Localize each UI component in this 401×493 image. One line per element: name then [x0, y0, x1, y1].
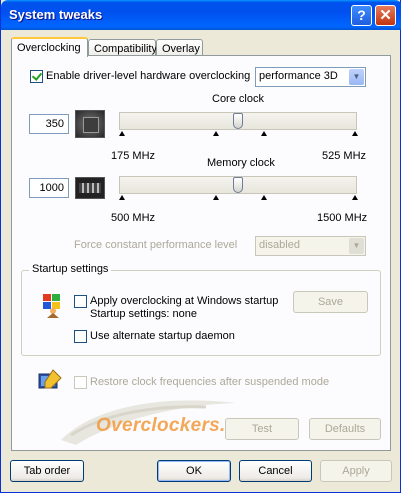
- test-button[interactable]: Test: [225, 418, 299, 440]
- save-button[interactable]: Save: [293, 291, 368, 313]
- apply-at-startup-label: Apply overclocking at Windows startup: [90, 295, 279, 307]
- memory-clock-slider-thumb[interactable]: [233, 177, 243, 193]
- force-performance-select[interactable]: disabled ▼: [255, 236, 366, 256]
- defaults-button[interactable]: Defaults: [309, 418, 381, 440]
- system-tweaks-window: System tweaks ? ✕ Overclocking Compatibi…: [0, 0, 401, 493]
- window-title: System tweaks: [9, 7, 103, 22]
- ok-button[interactable]: OK: [157, 460, 231, 482]
- memory-clock-tick: [213, 195, 219, 200]
- performance-mode-value: performance 3D: [259, 70, 338, 82]
- apply-at-startup-checkbox[interactable]: [74, 295, 87, 308]
- chevron-down-icon: ▼: [349, 69, 364, 85]
- gpu-chip-icon: [75, 110, 105, 138]
- startup-settings-title: Startup settings: [29, 263, 112, 275]
- restore-clocks-checkbox[interactable]: [74, 376, 87, 389]
- enable-overclocking-checkbox[interactable]: [30, 70, 43, 83]
- apply-button[interactable]: Apply: [320, 460, 392, 482]
- memory-clock-title: Memory clock: [207, 157, 275, 169]
- close-button[interactable]: ✕: [375, 5, 396, 26]
- core-clock-tick: [261, 131, 267, 136]
- alternate-daemon-checkbox[interactable]: [74, 330, 87, 343]
- memory-chip-icon: [75, 177, 105, 199]
- alternate-daemon-label: Use alternate startup daemon: [90, 330, 235, 342]
- restore-clocks-label: Restore clock frequencies after suspende…: [90, 376, 330, 388]
- startup-settings-group: [21, 270, 381, 356]
- startup-wizard-icon: [43, 294, 60, 318]
- memory-clock-tick: [261, 195, 267, 200]
- enable-overclocking-label: Enable driver-level hardware overclockin…: [46, 70, 251, 82]
- memory-clock-value-field[interactable]: 1000: [29, 178, 69, 198]
- core-clock-tick-min: [119, 131, 125, 136]
- chevron-down-icon: ▼: [349, 238, 364, 254]
- cancel-button[interactable]: Cancel: [239, 460, 312, 482]
- force-performance-value: disabled: [259, 239, 300, 251]
- core-clock-slider-thumb[interactable]: [233, 113, 243, 129]
- core-clock-title: Core clock: [212, 93, 264, 105]
- restore-clocks-icon: [38, 369, 62, 389]
- core-clock-value-field[interactable]: 350: [29, 114, 69, 134]
- performance-mode-select[interactable]: performance 3D ▼: [255, 67, 366, 87]
- memory-clock-tick-max: [352, 195, 358, 200]
- force-performance-label: Force constant performance level: [74, 239, 238, 251]
- title-bar[interactable]: System tweaks ? ✕: [1, 0, 401, 30]
- core-clock-max-label: 525 MHz: [322, 150, 367, 162]
- memory-clock-tick-min: [119, 195, 125, 200]
- core-clock-tick: [213, 131, 219, 136]
- watermark-logo: Overclockers.ru: [96, 415, 246, 436]
- memory-clock-max-label: 1500 MHz: [317, 212, 368, 224]
- tab-overclocking[interactable]: Overclocking: [11, 37, 88, 57]
- memory-clock-min-label: 500 MHz: [111, 212, 156, 224]
- core-clock-min-label: 175 MHz: [111, 150, 156, 162]
- core-clock-tick-max: [352, 131, 358, 136]
- startup-settings-status: Startup settings: none: [90, 308, 198, 320]
- tab-order-button[interactable]: Tab order: [10, 460, 84, 482]
- help-button[interactable]: ?: [351, 5, 372, 26]
